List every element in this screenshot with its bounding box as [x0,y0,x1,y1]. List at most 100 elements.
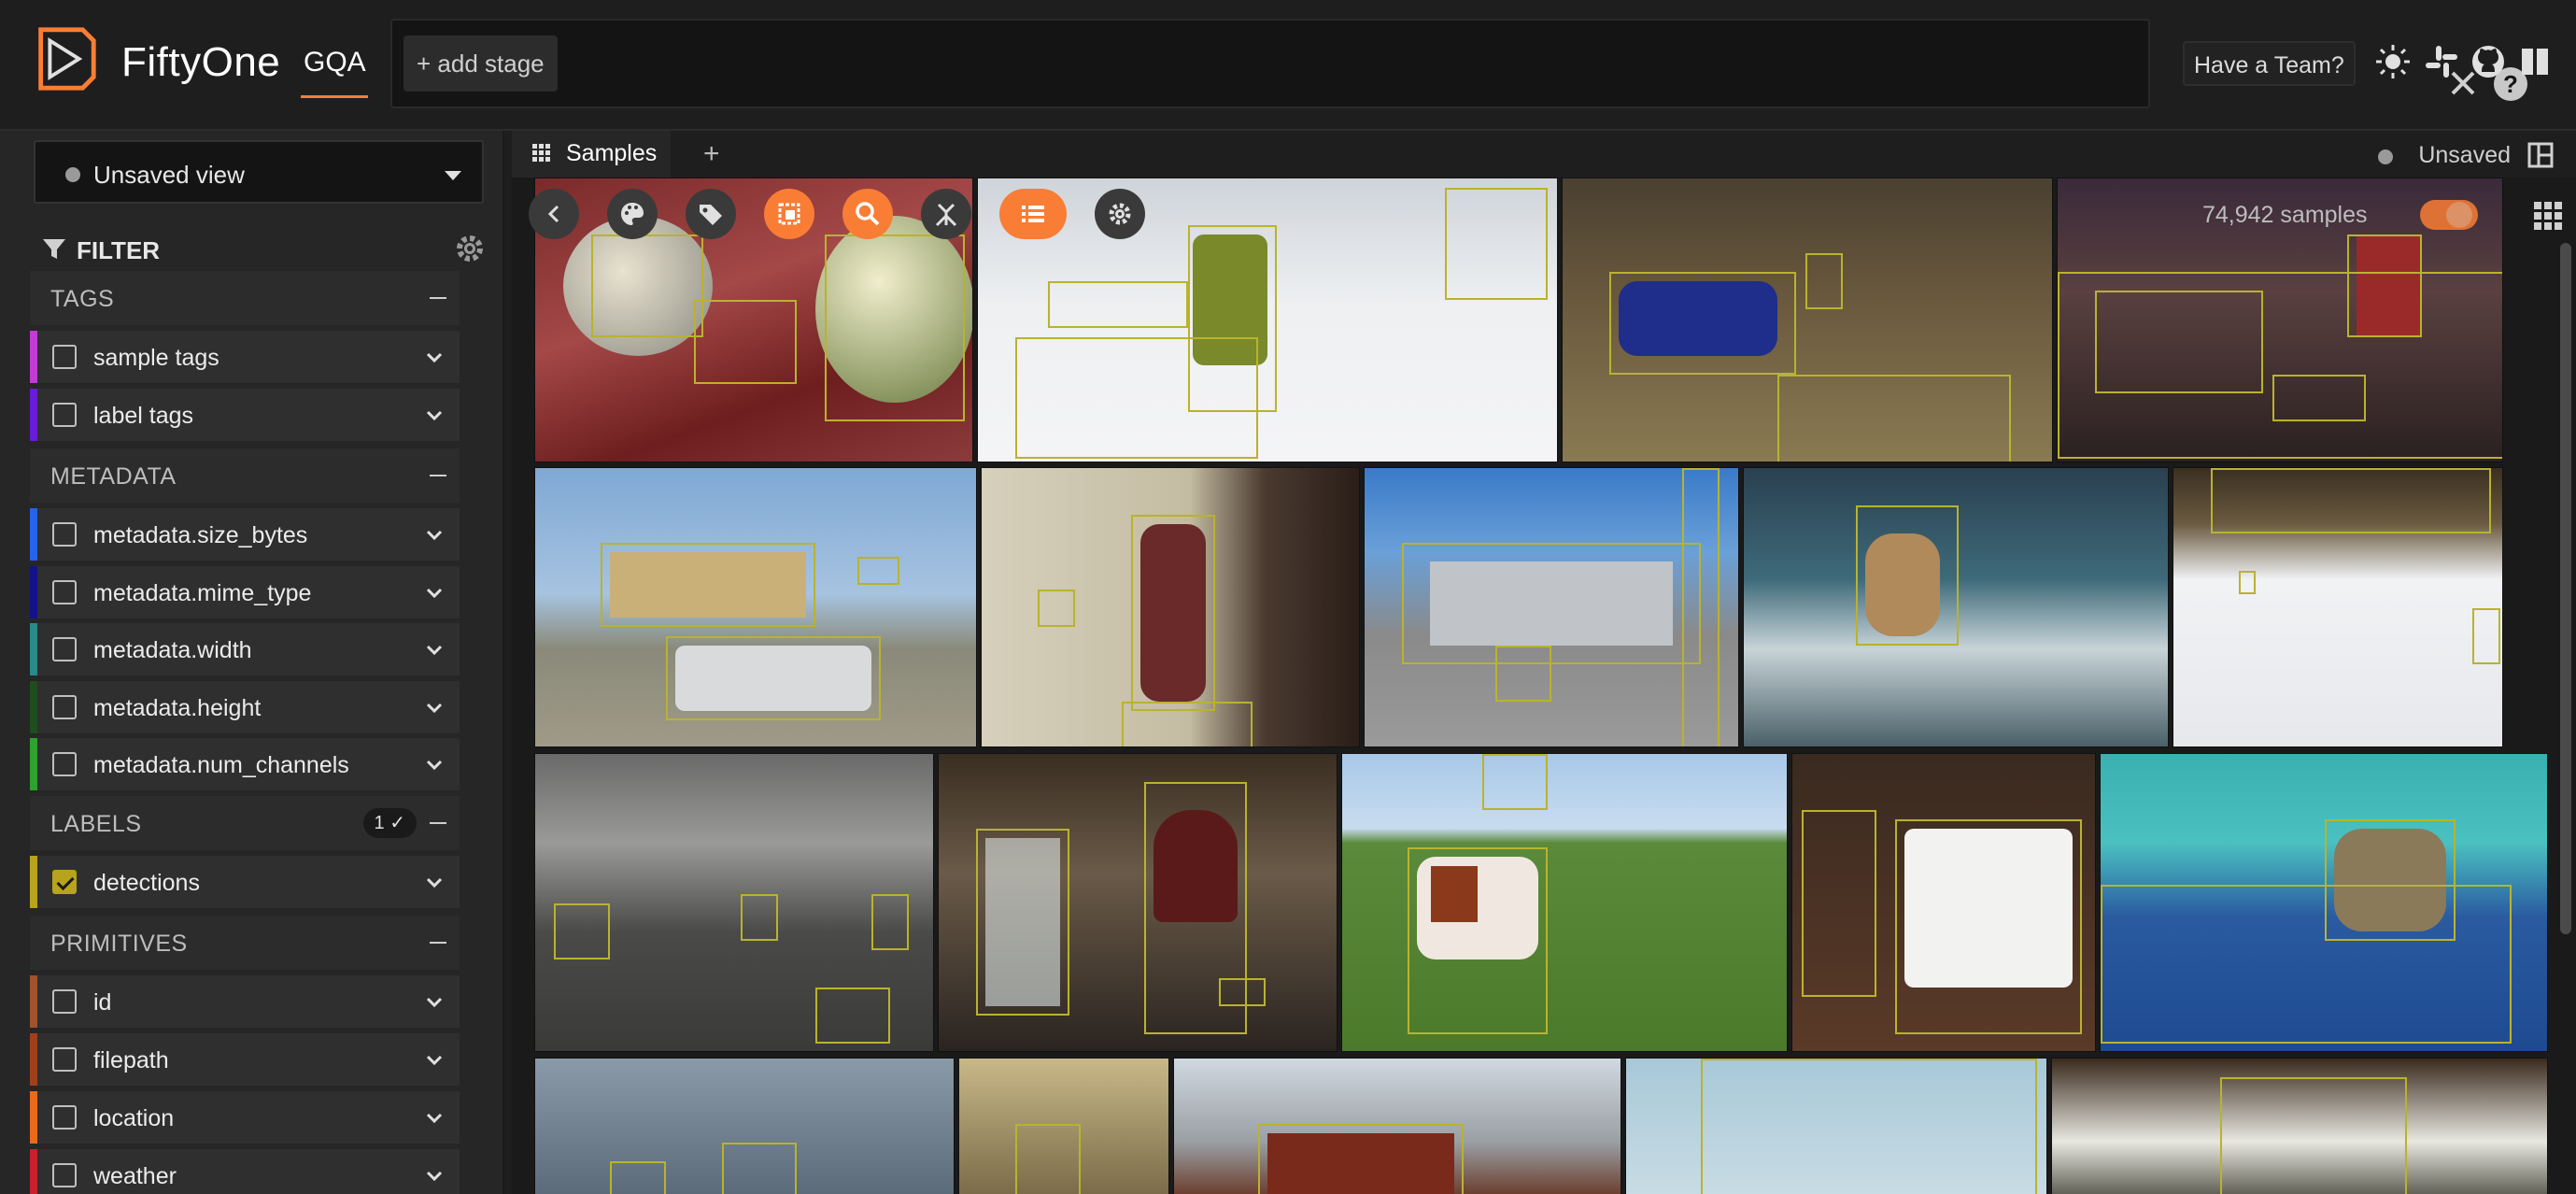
section-primitives[interactable]: PRIMITIVES [30,916,460,970]
chevron-down-icon[interactable] [424,873,445,893]
field-checkbox[interactable] [52,695,77,719]
theme-sun-icon[interactable] [2374,43,2412,80]
sample-tile[interactable] [1364,467,1739,747]
sample-tile[interactable] [2100,753,2548,1052]
field-id[interactable]: id [30,975,460,1028]
detection-box [825,235,965,421]
github-icon[interactable] [2470,43,2507,80]
zoom-toggle[interactable] [2420,200,2478,230]
chevron-left-icon [547,205,559,223]
collapse-icon[interactable] [430,297,446,299]
field-checkbox-checked[interactable] [52,870,77,894]
settings-button[interactable] [1095,189,1145,239]
have-a-team-button[interactable]: Have a Team? [2183,41,2356,86]
field-metadata-height[interactable]: metadata.height [30,681,460,733]
sample-tile[interactable] [981,467,1360,747]
sample-tile[interactable] [534,1058,955,1194]
field-checkbox[interactable] [52,345,77,369]
color-palette-button[interactable] [607,189,658,239]
sample-tile[interactable] [1791,753,2096,1052]
chevron-down-icon[interactable] [424,1108,445,1129]
chevron-down-icon[interactable] [424,1166,445,1187]
fiftyone-logo-icon[interactable] [28,22,101,95]
field-metadata-width[interactable]: metadata.width [30,623,460,675]
field-metadata-mime-type[interactable]: metadata.mime_type [30,566,460,618]
field-checkbox[interactable] [52,403,77,427]
saved-view-select[interactable]: Unsaved view [34,140,484,204]
toggle-knob[interactable] [2446,202,2472,228]
sample-tile[interactable] [2051,1058,2548,1194]
patches-button[interactable] [764,189,814,239]
field-sample-tags[interactable]: sample tags [30,331,460,383]
field-checkbox[interactable] [52,580,77,604]
chevron-down-icon[interactable] [424,640,445,661]
chevron-down-icon[interactable] [424,348,445,368]
detection-box [666,636,881,720]
collapse-icon[interactable] [430,822,446,824]
field-name: weather [93,1163,177,1189]
field-checkbox[interactable] [52,752,77,776]
sample-tile[interactable] [534,467,977,747]
tab-samples[interactable]: Samples [512,131,671,178]
field-metadata-size-bytes[interactable]: metadata.size_bytes [30,508,460,561]
field-weather[interactable]: weather [30,1149,460,1194]
sample-tile[interactable] [2173,467,2503,747]
sample-tile[interactable] [534,178,973,462]
field-detections[interactable]: detections [30,856,460,908]
labels-selected-count-badge[interactable]: 1 ✓ [362,808,417,838]
sample-tile[interactable] [1743,467,2169,747]
grid-scrollbar[interactable] [2560,243,2571,934]
sample-tile[interactable] [958,1058,1169,1194]
view-bar[interactable]: + add stage ? [390,19,2527,108]
sample-tile[interactable] [534,753,934,1052]
field-filepath[interactable]: filepath [30,1033,460,1086]
sample-tile[interactable] [938,753,1338,1052]
chevron-down-icon[interactable] [424,583,445,604]
chevron-down-icon[interactable] [424,525,445,546]
chevron-down-icon[interactable] [424,698,445,718]
main-panel: Samples + Unsaved 74,942 samples [512,131,2576,1194]
section-labels[interactable]: LABELS 1 ✓ [30,796,460,850]
slack-icon[interactable] [2423,43,2460,80]
dataset-underline [301,95,368,98]
similarity-search-button[interactable] [842,189,893,239]
chevron-down-icon[interactable] [424,1050,445,1071]
sample-tile[interactable] [1341,753,1788,1052]
display-options-button[interactable] [999,189,1067,239]
field-checkbox[interactable] [52,1047,77,1072]
field-location[interactable]: location [30,1091,460,1144]
split-layout-icon[interactable] [2527,142,2554,168]
section-tags-label: TAGS [50,286,115,312]
collapse-icon[interactable] [430,475,446,476]
section-tags[interactable]: TAGS [30,271,460,325]
grid-zoom-icon[interactable] [2534,202,2562,230]
chevron-down-icon[interactable] [424,405,445,426]
sample-tile[interactable] [1562,178,2053,462]
sample-tile[interactable] [1625,1058,2047,1194]
field-name: location [93,1105,175,1131]
sample-tile[interactable] [1173,1058,1621,1194]
collapse-icon[interactable] [430,942,446,944]
add-panel-button[interactable]: + [703,138,720,170]
tag-button[interactable] [686,189,736,239]
sidebar-settings-gear-icon[interactable] [452,231,488,266]
section-metadata[interactable]: METADATA [30,448,460,503]
back-button[interactable] [529,189,579,239]
field-metadata-num-channels[interactable]: metadata.num_channels [30,738,460,790]
field-checkbox[interactable] [52,522,77,547]
field-label-tags[interactable]: label tags [30,389,460,441]
patches-crop-icon [778,203,800,225]
docs-book-icon[interactable] [2516,43,2554,80]
dataset-selector[interactable]: GQA [304,47,366,78]
field-checkbox[interactable] [52,1163,77,1187]
samples-grid[interactable]: 74,942 samples [512,178,2576,1194]
add-stage-button[interactable]: + add stage [403,36,558,92]
merge-button[interactable] [921,189,971,239]
chevron-down-icon[interactable] [424,755,445,775]
chevron-down-icon[interactable] [424,992,445,1013]
field-checkbox[interactable] [52,989,77,1014]
field-checkbox[interactable] [52,637,77,661]
field-checkbox[interactable] [52,1105,77,1130]
detection-box [815,988,890,1044]
grid-icon [532,144,550,162]
